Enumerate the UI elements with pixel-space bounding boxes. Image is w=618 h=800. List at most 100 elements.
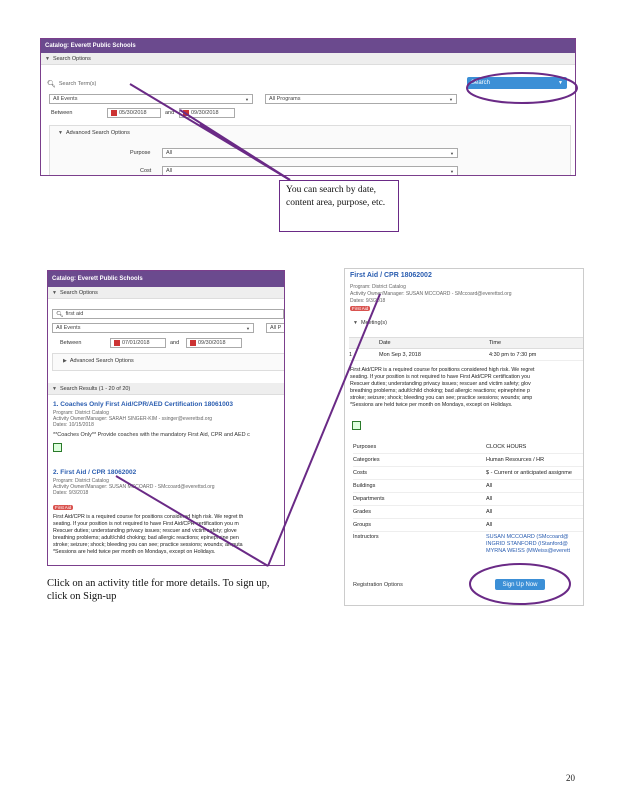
catalog-title-bar: Catalog: Everett Public Schools [41, 39, 575, 53]
description-line: breathing problems; adult/child choking;… [350, 388, 530, 394]
search-term-placeholder: Search Term(s) [58, 81, 97, 87]
programs-select[interactable]: All P [266, 323, 284, 333]
search-input[interactable]: 🔍︎ first aid [52, 309, 284, 319]
sign-up-label: Sign Up Now [502, 581, 538, 588]
catalog-title: Catalog: Everett Public Schools [52, 276, 143, 282]
detail-row: Groups All [353, 519, 583, 532]
sign-up-button[interactable]: Sign Up Now [495, 579, 545, 590]
category-badge: First Aid [350, 306, 371, 311]
search-tip-text: You can search by date, content area, pu… [286, 185, 386, 208]
detail-label: Groups [353, 522, 372, 528]
programs-select[interactable]: All Programs ▼ [265, 94, 457, 104]
description-line: First Aid/CPR is a required course for p… [350, 367, 535, 373]
result-item-2: 2. First Aid / CPR 18062002 Program: Dis… [53, 469, 284, 556]
chevron-down-icon: ▼ [450, 168, 454, 174]
caret-down-icon: ▼ [58, 130, 63, 136]
description-line: breathing problems; adult/child choking;… [53, 535, 239, 541]
result-title-link[interactable]: 2. First Aid / CPR 18062002 [53, 469, 284, 476]
cost-select-value: All [166, 168, 173, 174]
between-label: Between [51, 110, 73, 116]
detail-row: Purposes CLOCK HOURS [353, 441, 583, 454]
search-options-label: Search Options [59, 289, 98, 296]
top-screenshot: Catalog: Everett Public Schools ▼ Search … [40, 38, 576, 176]
advanced-options-toggle[interactable]: ▶ Advanced Search Options [63, 358, 134, 364]
detail-label: Buildings [353, 483, 376, 489]
calendar-icon [111, 110, 117, 116]
meetings-table: Date Time 1 Mon Sep 3, 2018 4:30 pm to 7… [349, 337, 583, 361]
meetings-label: Meeting(s) [360, 320, 387, 326]
search-button-label: Search [471, 80, 491, 86]
search-options-bar[interactable]: ▼ Search Options [48, 287, 284, 299]
date-to-value: 09/30/2018 [191, 110, 219, 116]
search-term-field[interactable]: 🔍︎ Search Term(s) [47, 79, 247, 89]
category-badge: First Aid [53, 505, 74, 510]
cost-select[interactable]: All ▼ [162, 166, 458, 175]
date-from-field[interactable]: 05/30/2018 [107, 108, 161, 118]
col-date: Date [379, 340, 391, 346]
left-screenshot: Catalog: Everett Public Schools ▼ Search … [47, 270, 285, 566]
purpose-select-value: All [166, 150, 173, 156]
registration-options-label: Registration Options [353, 582, 403, 588]
date-from-value: 07/01/2018 [122, 340, 150, 346]
details-table: Purposes CLOCK HOURS Categories Human Reso… [353, 441, 583, 555]
description-line: Rescuer duties; understanding privacy is… [53, 528, 237, 534]
events-select[interactable]: All Events ▼ [52, 323, 254, 333]
right-screenshot: First Aid / CPR 18062002 Program: Distri… [344, 268, 584, 606]
and-label: and [170, 340, 180, 346]
instructor-link[interactable]: MYRNA WEISS (MWeiss@everett [486, 548, 570, 555]
description-line: *Sessions are held twice per month on Mo… [53, 549, 216, 555]
instructor-link[interactable]: INGRID STANFORD (IStanford@ [486, 541, 570, 548]
search-results-bar[interactable]: ▼ Search Results (1 - 20 of 20) [48, 383, 284, 395]
detail-row: Departments All [353, 493, 583, 506]
export-icon[interactable] [352, 421, 361, 430]
chevron-down-icon: ▼ [246, 325, 250, 331]
detail-label: Costs [353, 470, 368, 476]
purpose-label: Purpose [130, 150, 151, 156]
events-select-value: All Events [53, 96, 78, 102]
description-line: seating. If your position is not require… [53, 521, 239, 527]
detail-label: Grades [353, 509, 372, 515]
meeting-date: Mon Sep 3, 2018 [379, 351, 421, 358]
advanced-options-panel: ▶ Advanced Search Options [52, 353, 284, 371]
detail-value: Human Resources / HR [486, 457, 545, 463]
search-options-bar[interactable]: ▼ Search Options [41, 53, 575, 65]
programs-select-value: All P [270, 325, 282, 331]
meetings-toggle[interactable]: ▼ Meeting(s) [353, 320, 387, 326]
date-to-field[interactable]: 09/30/2018 [179, 108, 235, 118]
purpose-select[interactable]: All ▼ [162, 148, 458, 158]
result-dates: Dates: 10/15/2018 [53, 422, 94, 428]
description-line: Rescuer duties; understanding privacy is… [350, 381, 531, 387]
detail-label: Departments [353, 496, 385, 502]
cost-label: Cost [140, 168, 152, 174]
search-options-label: Search Options [52, 55, 91, 62]
advanced-options-toggle[interactable]: ▼ Advanced Search Options [58, 130, 130, 136]
date-from-field[interactable]: 07/01/2018 [110, 338, 166, 348]
search-results-label: Search Results (1 - 20 of 20) [59, 385, 131, 392]
chevron-down-icon: ▼ [450, 150, 454, 156]
detail-label: Purposes [353, 444, 377, 450]
meeting-number: 1 [349, 351, 353, 358]
result-dates: Dates: 9/3/2018 [53, 490, 89, 496]
and-label: and [165, 110, 175, 116]
result-item-1: 1. Coaches Only First Aid/CPR/AED Certif… [53, 401, 284, 452]
chevron-down-icon: ▼ [449, 96, 453, 102]
col-time: Time [489, 340, 502, 346]
detail-value: All [486, 522, 493, 528]
programs-select-value: All Programs [269, 96, 301, 102]
instructor-link[interactable]: SUSAN MCCOARD (SMccoard@ [486, 534, 570, 541]
caret-down-icon: ▼ [45, 55, 50, 62]
search-button[interactable]: Search ▼ [467, 77, 567, 89]
detail-label: Categories [353, 457, 380, 463]
date-from-value: 05/30/2018 [119, 110, 147, 116]
detail-value: $ - Current or anticipated assignme [486, 470, 572, 476]
export-icon[interactable] [53, 443, 62, 452]
chevron-down-icon: ▼ [245, 96, 249, 102]
catalog-title-bar: Catalog: Everett Public Schools [48, 271, 284, 287]
result-title-link[interactable]: 1. Coaches Only First Aid/CPR/AED Certif… [53, 401, 284, 408]
instructors-row: Instructors SUSAN MCCOARD (SMccoard@ ING… [353, 532, 583, 555]
events-select[interactable]: All Events ▼ [49, 94, 253, 104]
signup-tip-text: Click on an activity title for more deta… [47, 578, 270, 602]
caret-down-icon: ▼ [52, 289, 57, 296]
caret-down-icon: ▼ [353, 320, 358, 326]
date-to-field[interactable]: 09/30/2018 [186, 338, 242, 348]
